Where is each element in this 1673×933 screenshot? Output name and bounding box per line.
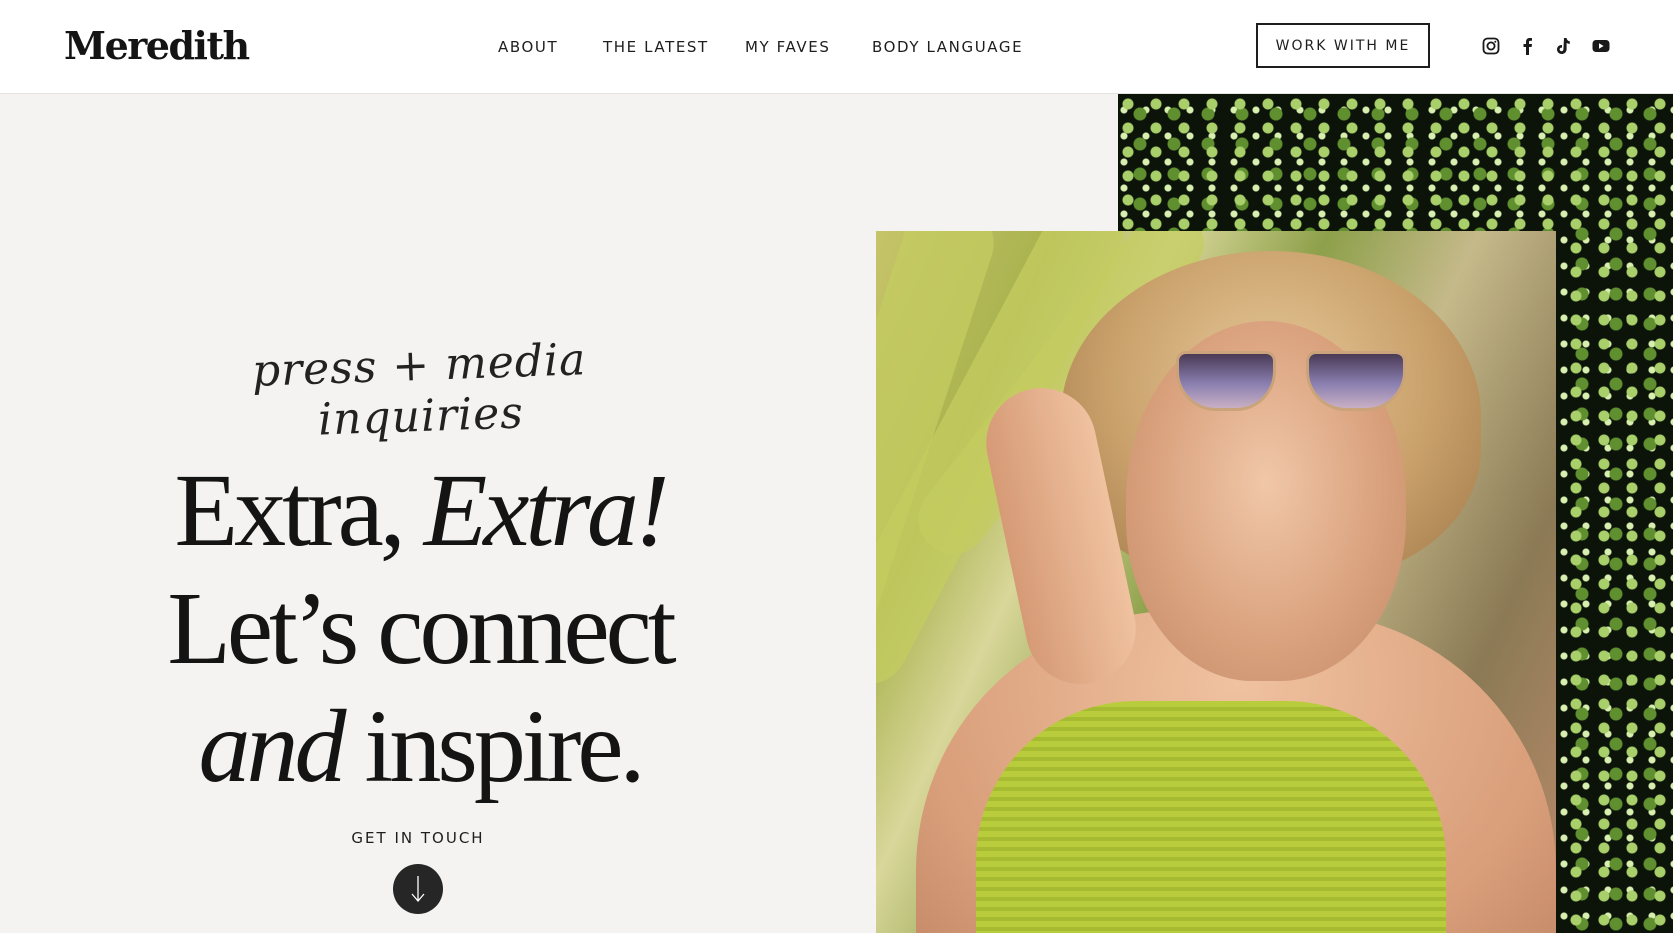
- headline-line-2: Let’s connect: [167, 571, 676, 686]
- youtube-icon[interactable]: [1590, 35, 1612, 57]
- headline-text-and-italic: and: [198, 689, 346, 804]
- site-logo[interactable]: Meredith: [64, 22, 250, 70]
- green-dress: [976, 701, 1446, 933]
- nav-item-body-language[interactable]: BODY LANGUAGE: [872, 38, 1023, 56]
- site-header: Meredith ABOUT THE LATEST MY FAVES BODY …: [0, 0, 1673, 94]
- nav-item-the-latest[interactable]: THE LATEST: [603, 38, 709, 56]
- headline-line-3: and inspire.: [100, 688, 740, 806]
- get-in-touch-link[interactable]: GET IN TOUCH: [300, 829, 536, 847]
- tiktok-icon[interactable]: [1552, 35, 1574, 57]
- headline-line-1: Extra, Extra!: [100, 452, 740, 570]
- hero-headline: Extra, Extra! Let’s connect and inspire.: [100, 452, 740, 806]
- instagram-icon[interactable]: [1480, 35, 1502, 57]
- scroll-down-button[interactable]: [393, 864, 443, 914]
- press-media-script-heading: press + media inquiries: [251, 334, 588, 446]
- sunglasses: [1176, 351, 1416, 411]
- hero-portrait-photo: [876, 231, 1556, 933]
- nav-item-my-faves[interactable]: MY FAVES: [745, 38, 831, 56]
- headline-text-extra: Extra,: [174, 453, 424, 568]
- work-with-me-button[interactable]: WORK WITH ME: [1256, 23, 1430, 68]
- headline-text-inspire: inspire.: [342, 689, 645, 804]
- arrow-down-icon: [411, 876, 425, 902]
- facebook-icon[interactable]: [1516, 35, 1538, 57]
- headline-text-extra-italic: Extra!: [423, 453, 670, 568]
- nav-item-about[interactable]: ABOUT: [498, 38, 558, 56]
